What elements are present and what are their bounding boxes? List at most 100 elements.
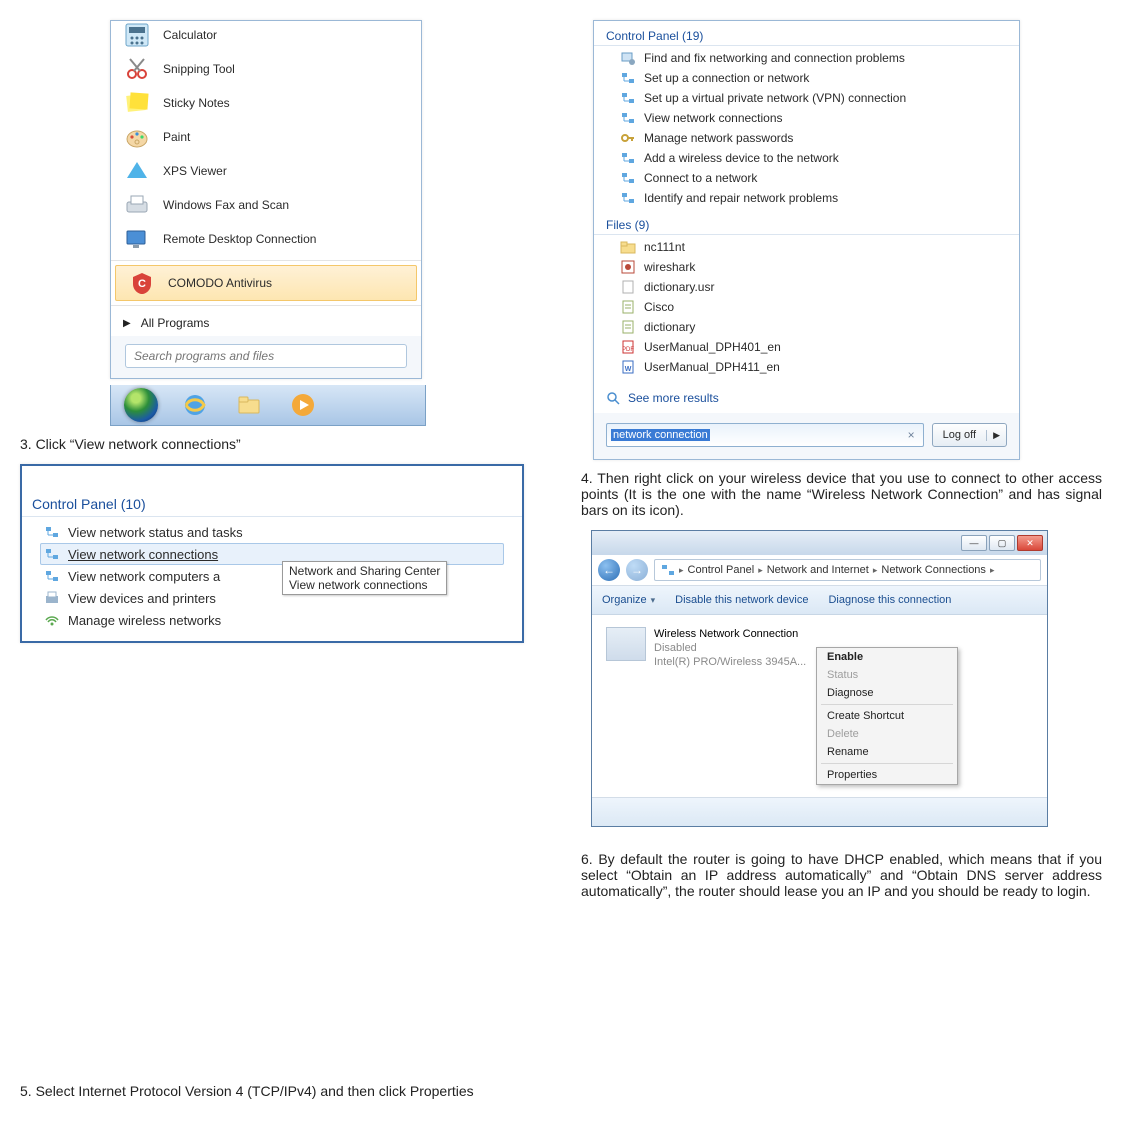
cp10-item[interactable]: Manage wireless networks: [22, 609, 522, 631]
program-label: Calculator: [163, 28, 217, 42]
see-more-results[interactable]: See more results: [594, 383, 1019, 413]
menu-rename[interactable]: Rename: [817, 743, 957, 761]
result-item[interactable]: wireshark: [594, 257, 1019, 277]
cp10-item[interactable]: View devices and printers: [22, 587, 522, 609]
wrench-icon: [620, 50, 636, 66]
taskbar-ie[interactable]: [169, 388, 221, 422]
start-button[interactable]: [115, 388, 167, 422]
sticky-icon: [123, 89, 151, 117]
result-label: Set up a virtual private network (VPN) c…: [644, 91, 906, 105]
program-item[interactable]: Sticky Notes: [111, 86, 421, 120]
adapter-item[interactable]: Wireless Network Connection Disabled Int…: [606, 627, 816, 797]
program-item[interactable]: Calculator: [111, 21, 421, 52]
result-item[interactable]: Connect to a network: [594, 168, 1019, 188]
result-item[interactable]: Find and fix networking and connection p…: [594, 48, 1019, 68]
program-item[interactable]: Remote Desktop Connection: [111, 222, 421, 256]
program-item[interactable]: Windows Fax and Scan: [111, 188, 421, 222]
control-panel-results: Control Panel (10) View network status a…: [20, 464, 524, 643]
cp10-header: Control Panel (10): [22, 490, 522, 517]
program-label: Snipping Tool: [163, 62, 235, 76]
result-item[interactable]: dictionary: [594, 317, 1019, 337]
result-label: Add a wireless device to the network: [644, 151, 839, 165]
menu-status: Status: [817, 666, 957, 684]
doc-icon: [620, 299, 636, 315]
result-item[interactable]: View network connections: [594, 108, 1019, 128]
program-item-selected[interactable]: C COMODO Antivirus: [115, 265, 417, 301]
section-header: Control Panel (19): [594, 25, 1019, 46]
cp10-item[interactable]: View network computers a Network and Sha…: [22, 565, 522, 587]
all-programs[interactable]: ▶ All Programs: [111, 310, 421, 336]
forward-button[interactable]: →: [626, 559, 648, 581]
cp10-item[interactable]: View network status and tasks: [22, 521, 522, 543]
toolbar-diagnose[interactable]: Diagnose this connection: [828, 594, 951, 606]
adapter-status: Disabled: [654, 641, 806, 655]
taskbar-explorer[interactable]: [223, 388, 275, 422]
result-item[interactable]: Set up a connection or network: [594, 68, 1019, 88]
program-label: Windows Fax and Scan: [163, 198, 289, 212]
program-item[interactable]: Snipping Tool: [111, 52, 421, 86]
result-item[interactable]: Manage network passwords: [594, 128, 1019, 148]
menu-diagnose[interactable]: Diagnose: [817, 684, 957, 702]
net-icon: [620, 170, 636, 186]
net-icon: [44, 524, 60, 540]
printer-icon: [44, 590, 60, 606]
step5-caption: 5. Select Internet Protocol Version 4 (T…: [20, 1083, 541, 1099]
rdp-icon: [123, 225, 151, 253]
breadcrumb[interactable]: ▸ Control Panel ▸ Network and Internet ▸…: [654, 559, 1041, 581]
back-button[interactable]: ←: [598, 559, 620, 581]
status-bar: [592, 797, 1047, 826]
program-item[interactable]: XPS Viewer: [111, 154, 421, 188]
wifi-icon: [44, 612, 60, 628]
clear-icon[interactable]: ×: [904, 428, 919, 442]
toolbar-disable[interactable]: Disable this network device: [675, 594, 808, 606]
svg-text:W: W: [625, 366, 632, 373]
result-item[interactable]: nc111nt: [594, 237, 1019, 257]
result-item[interactable]: Set up a virtual private network (VPN) c…: [594, 88, 1019, 108]
start-menu: Calculator Snipping Tool Sticky Notes Pa…: [110, 20, 422, 379]
result-label: UserManual_DPH411_en: [644, 360, 780, 374]
program-item[interactable]: Paint: [111, 120, 421, 154]
result-item[interactable]: Identify and repair network problems: [594, 188, 1019, 208]
result-label: wireshark: [644, 260, 695, 274]
maximize-button[interactable]: ▢: [989, 535, 1015, 551]
close-button[interactable]: ✕: [1017, 535, 1043, 551]
taskbar-media[interactable]: [277, 388, 329, 422]
result-label: Connect to a network: [644, 171, 757, 185]
net-icon: [44, 568, 60, 584]
taskbar: [110, 385, 426, 426]
result-item[interactable]: Add a wireless device to the network: [594, 148, 1019, 168]
doc-icon: [620, 319, 636, 335]
fax-icon: [123, 191, 151, 219]
section-header: Files (9): [594, 214, 1019, 235]
step6-caption: 6. By default the router is going to hav…: [581, 851, 1102, 899]
key-icon: [620, 130, 636, 146]
search-field[interactable]: network connection ×: [606, 423, 924, 447]
cp10-label: View devices and printers: [68, 591, 216, 606]
program-label: Remote Desktop Connection: [163, 232, 316, 246]
menu-shortcut[interactable]: Create Shortcut: [817, 707, 957, 725]
all-programs-label: All Programs: [141, 316, 210, 330]
result-label: Set up a connection or network: [644, 71, 809, 85]
menu-properties[interactable]: Properties: [817, 766, 957, 784]
search-input[interactable]: [125, 344, 407, 368]
paint-icon: [123, 123, 151, 151]
file-icon: [620, 279, 636, 295]
result-item[interactable]: W UserManual_DPH411_en: [594, 357, 1019, 377]
chevron-right-icon[interactable]: ▶: [986, 430, 1006, 441]
triangle-icon: ▶: [123, 318, 131, 329]
result-item[interactable]: dictionary.usr: [594, 277, 1019, 297]
result-item[interactable]: Cisco: [594, 297, 1019, 317]
toolbar-organize[interactable]: Organize: [602, 594, 647, 606]
logoff-button[interactable]: Log off ▶: [932, 423, 1007, 447]
search-query: network connection: [611, 429, 710, 441]
menu-enable[interactable]: Enable: [817, 648, 957, 666]
result-item[interactable]: PDFUserManual_DPH401_en: [594, 337, 1019, 357]
result-label: Identify and repair network problems: [644, 191, 838, 205]
search-icon: [606, 391, 620, 405]
program-label: COMODO Antivirus: [168, 276, 272, 290]
see-more-label: See more results: [628, 391, 719, 405]
app-icon: [620, 259, 636, 275]
adapter-icon: [606, 627, 646, 661]
minimize-button[interactable]: ―: [961, 535, 987, 551]
result-label: nc111nt: [644, 240, 685, 254]
